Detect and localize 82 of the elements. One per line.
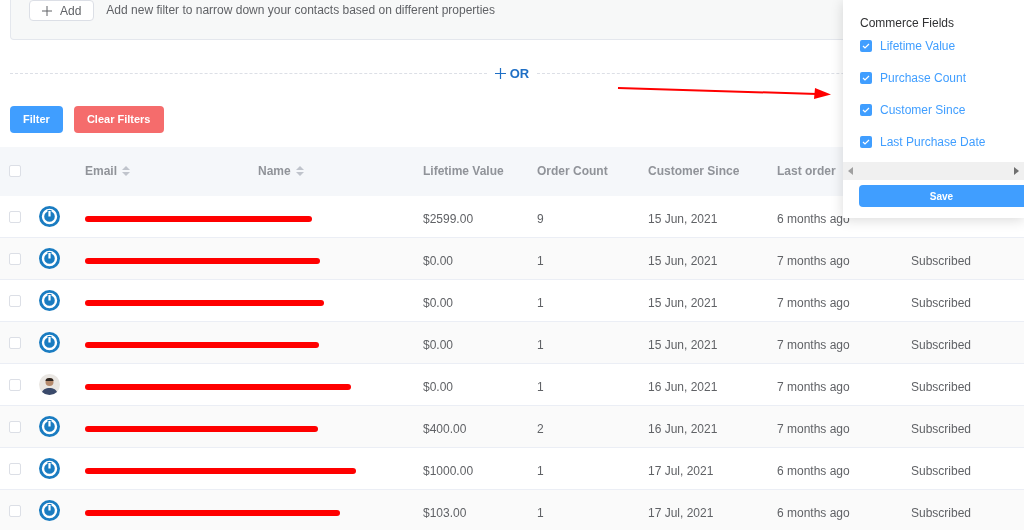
table-cell-text: $0.00 (423, 336, 454, 354)
table-cell-text: $2599.00 (423, 210, 474, 228)
plus-icon (494, 68, 506, 80)
field-label[interactable]: Purchase Count (880, 69, 967, 87)
clear-filters-button[interactable]: Clear Filters (73, 105, 164, 133)
column-header[interactable]: Name (258, 162, 304, 180)
table-cell-text: $1000.00 (423, 462, 474, 480)
column-header: Customer Since (648, 163, 740, 180)
column-header[interactable]: Email (85, 162, 130, 180)
table-cell-text: 15 Jun, 2021 (648, 336, 718, 354)
column-header: Lifetime Value (423, 163, 504, 180)
table-cell-text: 7 months ago (777, 252, 850, 270)
filter-hint: Add new filter to narrow down your contacts based on different properties (106, 2, 496, 19)
checkbox[interactable] (9, 462, 21, 475)
table-cell-text: 7 months ago (777, 294, 850, 312)
table-cell-text: 7 months ago (777, 336, 850, 354)
table-cell-text: 2 (537, 420, 544, 438)
power-logo-icon (39, 331, 60, 353)
field-label[interactable]: Customer Since (880, 101, 966, 119)
table-cell-text: 6 months ago (777, 504, 850, 522)
table-cell-text: 7 months ago (777, 420, 850, 438)
table-cell-text: 1 (537, 378, 544, 396)
plus-icon (42, 5, 52, 16)
power-logo-icon (39, 415, 60, 437)
checkbox[interactable] (860, 40, 872, 52)
sort-icon[interactable] (295, 166, 304, 176)
status-cell-text: Subscribed (911, 504, 972, 522)
table-cell-text: 6 months ago (777, 462, 850, 480)
table-cell-text: 16 Jun, 2021 (648, 378, 718, 396)
checkbox[interactable] (9, 252, 21, 265)
table-cell-text: 15 Jun, 2021 (648, 252, 718, 270)
table-cell-text: 1 (537, 504, 544, 522)
status-cell-text: Subscribed (911, 294, 972, 312)
table-cell-text: 16 Jun, 2021 (648, 420, 718, 438)
status-cell-text: Subscribed (911, 420, 972, 438)
checkbox[interactable] (9, 378, 21, 391)
scroll-left-icon[interactable] (848, 167, 853, 175)
status-cell-text: Subscribed (911, 378, 972, 396)
table-cell-text: 17 Jul, 2021 (648, 462, 714, 480)
power-logo-icon (39, 499, 60, 521)
checkbox[interactable] (860, 72, 872, 84)
checkbox[interactable] (9, 165, 21, 177)
table-cell-text: 15 Jun, 2021 (648, 294, 718, 312)
column-header: Last order (777, 163, 836, 180)
checkbox[interactable] (860, 136, 872, 148)
scroll-right-icon[interactable] (1014, 167, 1019, 175)
save-button[interactable]: Save (859, 185, 1024, 207)
table-cell-text: 1 (537, 252, 544, 270)
sort-icon[interactable] (122, 166, 130, 176)
power-logo-icon (39, 247, 60, 269)
table-cell-text: $0.00 (423, 252, 454, 270)
power-logo-icon (39, 289, 60, 311)
table-cell-text: 9 (537, 210, 544, 228)
status-cell-text: Subscribed (911, 336, 972, 354)
add-button[interactable]: Add (29, 0, 95, 21)
table-cell-text: $400.00 (423, 420, 467, 438)
popup-title: Commerce Fields (860, 15, 955, 32)
table-cell-text: 7 months ago (777, 378, 850, 396)
checkbox[interactable] (9, 210, 21, 223)
status-cell-text: Subscribed (911, 462, 972, 480)
field-label[interactable]: Lifetime Value (880, 37, 956, 55)
table-cell-text: 17 Jul, 2021 (648, 504, 714, 522)
checkbox[interactable] (9, 336, 21, 349)
power-logo-icon (39, 457, 60, 479)
scrollbar[interactable] (843, 162, 1024, 180)
column-header: Order Count (537, 163, 608, 180)
filter-button[interactable]: Filter (10, 105, 63, 133)
table-cell-text: $0.00 (423, 378, 454, 396)
power-logo-icon (39, 205, 60, 227)
table-cell-text: $0.00 (423, 294, 454, 312)
table-cell-text: 15 Jun, 2021 (648, 210, 718, 228)
status-cell-text: Subscribed (911, 252, 972, 270)
table-cell-text: $103.00 (423, 504, 467, 522)
table-cell-text: 1 (537, 336, 544, 354)
checkbox[interactable] (9, 420, 21, 433)
checkbox[interactable] (9, 504, 21, 517)
table-cell-text: 1 (537, 462, 544, 480)
checkbox[interactable] (860, 104, 872, 116)
checkbox[interactable] (9, 294, 21, 307)
table-cell-text: 1 (537, 294, 544, 312)
field-label[interactable]: Last Purchase Date (880, 133, 986, 151)
or-button[interactable]: OR (494, 64, 530, 84)
